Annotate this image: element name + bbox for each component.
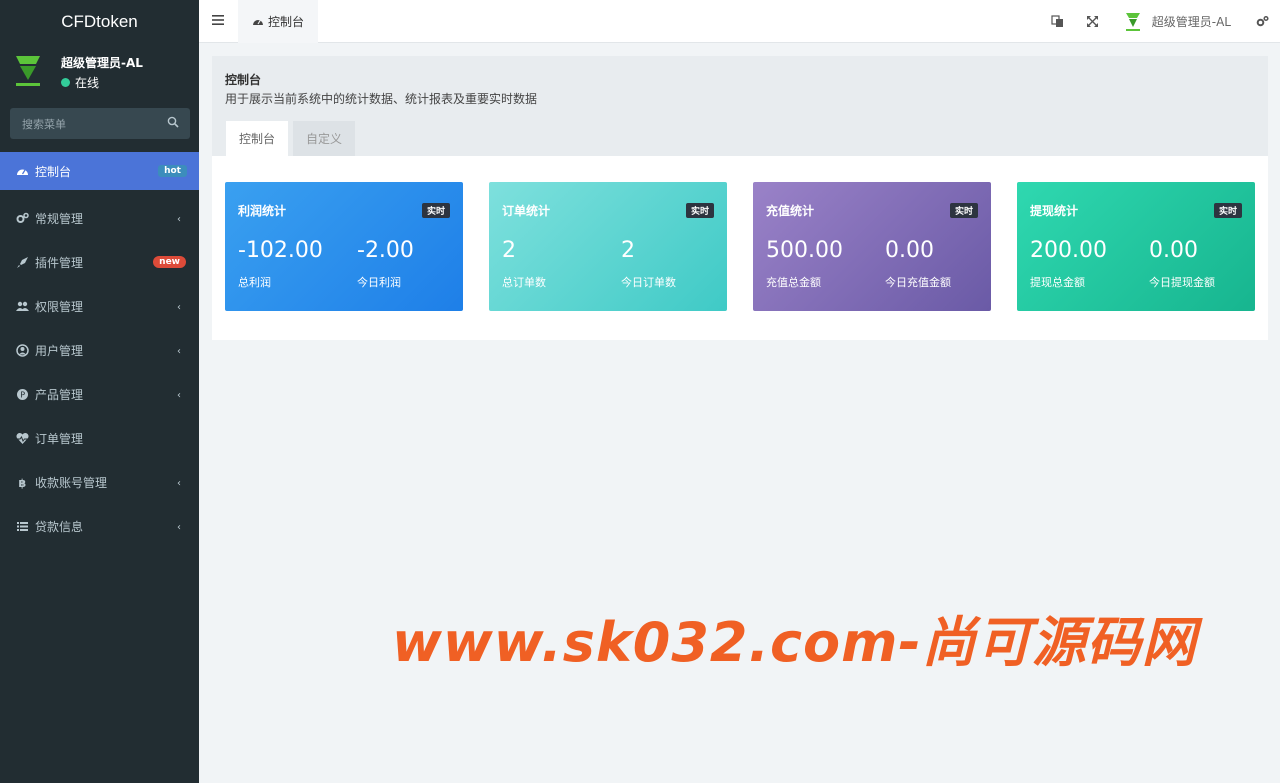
list-icon [17, 521, 28, 531]
sidebar-item-label: 产品管理 [35, 387, 84, 402]
user-avatar-icon [1125, 12, 1140, 31]
order-card: 订单统计 实时 2 2 总订单数 今日订单数 [489, 182, 727, 311]
sidebar-menu: 控制台 hot 常规管理 ‹ 插件管理 new 权限管理 ‹ 用户管理 ‹ P … [0, 152, 199, 548]
sidebar-search[interactable]: 搜索菜单 [10, 108, 190, 139]
card-today-label: 今日利润 [357, 276, 401, 289]
chevron-left-icon: ‹ [177, 346, 181, 357]
realtime-badge: 实时 [421, 203, 450, 218]
card-total-value: 500.00 [766, 238, 843, 263]
card-today-label: 今日充值金额 [885, 276, 951, 289]
sidebar: CFDtoken 超级管理员-AL 在线 搜索菜单 控制台 hot 常规管理 ‹ [0, 0, 199, 783]
sidebar-item-accounts[interactable]: ฿ 收款账号管理 ‹ [0, 460, 199, 504]
search-input[interactable]: 搜索菜单 [22, 116, 66, 132]
card-total-label: 总订单数 [502, 276, 546, 289]
watermark-text: www.sk032.com-尚可源码网 [392, 611, 1197, 674]
card-total-value: 2 [502, 238, 516, 263]
rocket-icon [17, 256, 28, 268]
sidebar-item-orders[interactable]: 订单管理 [0, 416, 199, 460]
dashboard-icon [253, 19, 263, 25]
page-subtitle: 用于展示当前系统中的统计数据、统计报表及重要实时数据 [225, 92, 538, 106]
card-total-value: 200.00 [1030, 238, 1107, 263]
sidebar-item-label: 收款账号管理 [35, 475, 108, 490]
dashboard-icon [17, 169, 28, 175]
chevron-left-icon: ‹ [177, 478, 181, 489]
sidebar-item-loans[interactable]: 贷款信息 ‹ [0, 504, 199, 548]
sidebar-item-label: 用户管理 [35, 343, 84, 358]
sidebar-item-plugins[interactable]: 插件管理 new [0, 240, 199, 284]
product-icon: P [17, 388, 28, 400]
heartbeat-icon [16, 432, 29, 444]
sidebar-item-label: 插件管理 [35, 255, 84, 270]
card-today-value: 0.00 [1149, 238, 1198, 263]
sidebar-item-label: 常规管理 [35, 211, 84, 226]
sidebar-item-label: 订单管理 [35, 431, 84, 446]
menu-toggle-icon[interactable] [212, 14, 224, 26]
header-tools: 超级管理员-AL [1040, 0, 1280, 43]
card-total-value: -102.00 [238, 238, 323, 263]
card-total-label: 总利润 [238, 276, 271, 289]
sidebar-item-users[interactable]: 用户管理 ‹ [0, 328, 199, 372]
user-status: 在线 [61, 74, 99, 91]
user-name: 超级管理员-AL [61, 56, 143, 70]
tab-dashboard[interactable]: 控制台 [238, 0, 318, 43]
card-today-value: 2 [621, 238, 635, 263]
svg-text:฿: ฿ [19, 477, 27, 489]
status-text: 在线 [75, 76, 100, 90]
stats-panel: 利润统计 实时 -102.00 -2.00 总利润 今日利润 订单统计 实时 2… [212, 156, 1268, 340]
sidebar-item-label: 控制台 [35, 164, 72, 179]
card-title: 提现统计 [1030, 204, 1079, 218]
settings-cogs-icon[interactable] [1256, 15, 1269, 28]
search-icon[interactable] [167, 116, 179, 128]
profit-card: 利润统计 实时 -102.00 -2.00 总利润 今日利润 [225, 182, 463, 311]
realtime-badge: 实时 [949, 203, 978, 218]
users-icon [16, 301, 29, 311]
header-user-menu[interactable]: 超级管理员-AL [1125, 12, 1231, 32]
translate-icon[interactable] [1051, 15, 1064, 28]
withdraw-card: 提现统计 实时 200.00 0.00 提现总金额 今日提现金额 [1017, 182, 1255, 311]
user-avatar-icon [16, 56, 40, 86]
fullscreen-icon[interactable] [1086, 15, 1099, 28]
user-panel: 超级管理员-AL 在线 [0, 43, 199, 101]
hot-badge: hot [158, 165, 187, 177]
cogs-icon [16, 212, 29, 223]
sidebar-item-general[interactable]: 常规管理 ‹ [0, 196, 199, 240]
realtime-badge: 实时 [685, 203, 714, 218]
chevron-left-icon: ‹ [177, 214, 181, 225]
header-user-name: 超级管理员-AL [1151, 15, 1231, 29]
bitcoin-icon: ฿ [19, 477, 27, 489]
sidebar-item-dashboard[interactable]: 控制台 hot [0, 152, 199, 190]
sidebar-item-label: 权限管理 [35, 299, 84, 314]
tab-custom[interactable]: 自定义 [293, 121, 355, 156]
chevron-left-icon: ‹ [177, 302, 181, 313]
card-title: 利润统计 [238, 204, 287, 218]
card-today-value: -2.00 [357, 238, 414, 263]
sidebar-item-label: 贷款信息 [35, 519, 84, 534]
top-header: 控制台 超级管理员-AL [199, 0, 1280, 43]
card-today-label: 今日订单数 [621, 276, 676, 289]
user-circle-icon [16, 343, 29, 357]
sidebar-item-products[interactable]: P 产品管理 ‹ [0, 372, 199, 416]
svg-text:P: P [20, 390, 25, 399]
tab-label: 控制台 [268, 15, 305, 29]
new-badge: new [153, 256, 186, 268]
chevron-left-icon: ‹ [177, 522, 181, 533]
card-title: 充值统计 [766, 204, 815, 218]
sidebar-item-permissions[interactable]: 权限管理 ‹ [0, 284, 199, 328]
brand-logo[interactable]: CFDtoken [0, 0, 199, 43]
card-today-value: 0.00 [885, 238, 934, 263]
content-header: 控制台 用于展示当前系统中的统计数据、统计报表及重要实时数据 控制台 自定义 [212, 56, 1268, 156]
tab-console[interactable]: 控制台 [226, 121, 288, 156]
card-title: 订单统计 [502, 204, 551, 218]
chevron-left-icon: ‹ [177, 390, 181, 401]
page-title: 控制台 [225, 73, 262, 87]
recharge-card: 充值统计 实时 500.00 0.00 充值总金额 今日充值金额 [753, 182, 991, 311]
card-total-label: 充值总金额 [766, 276, 821, 289]
realtime-badge: 实时 [1213, 203, 1242, 218]
card-total-label: 提现总金额 [1030, 276, 1085, 289]
online-dot-icon [61, 78, 70, 87]
card-today-label: 今日提现金额 [1149, 276, 1215, 289]
